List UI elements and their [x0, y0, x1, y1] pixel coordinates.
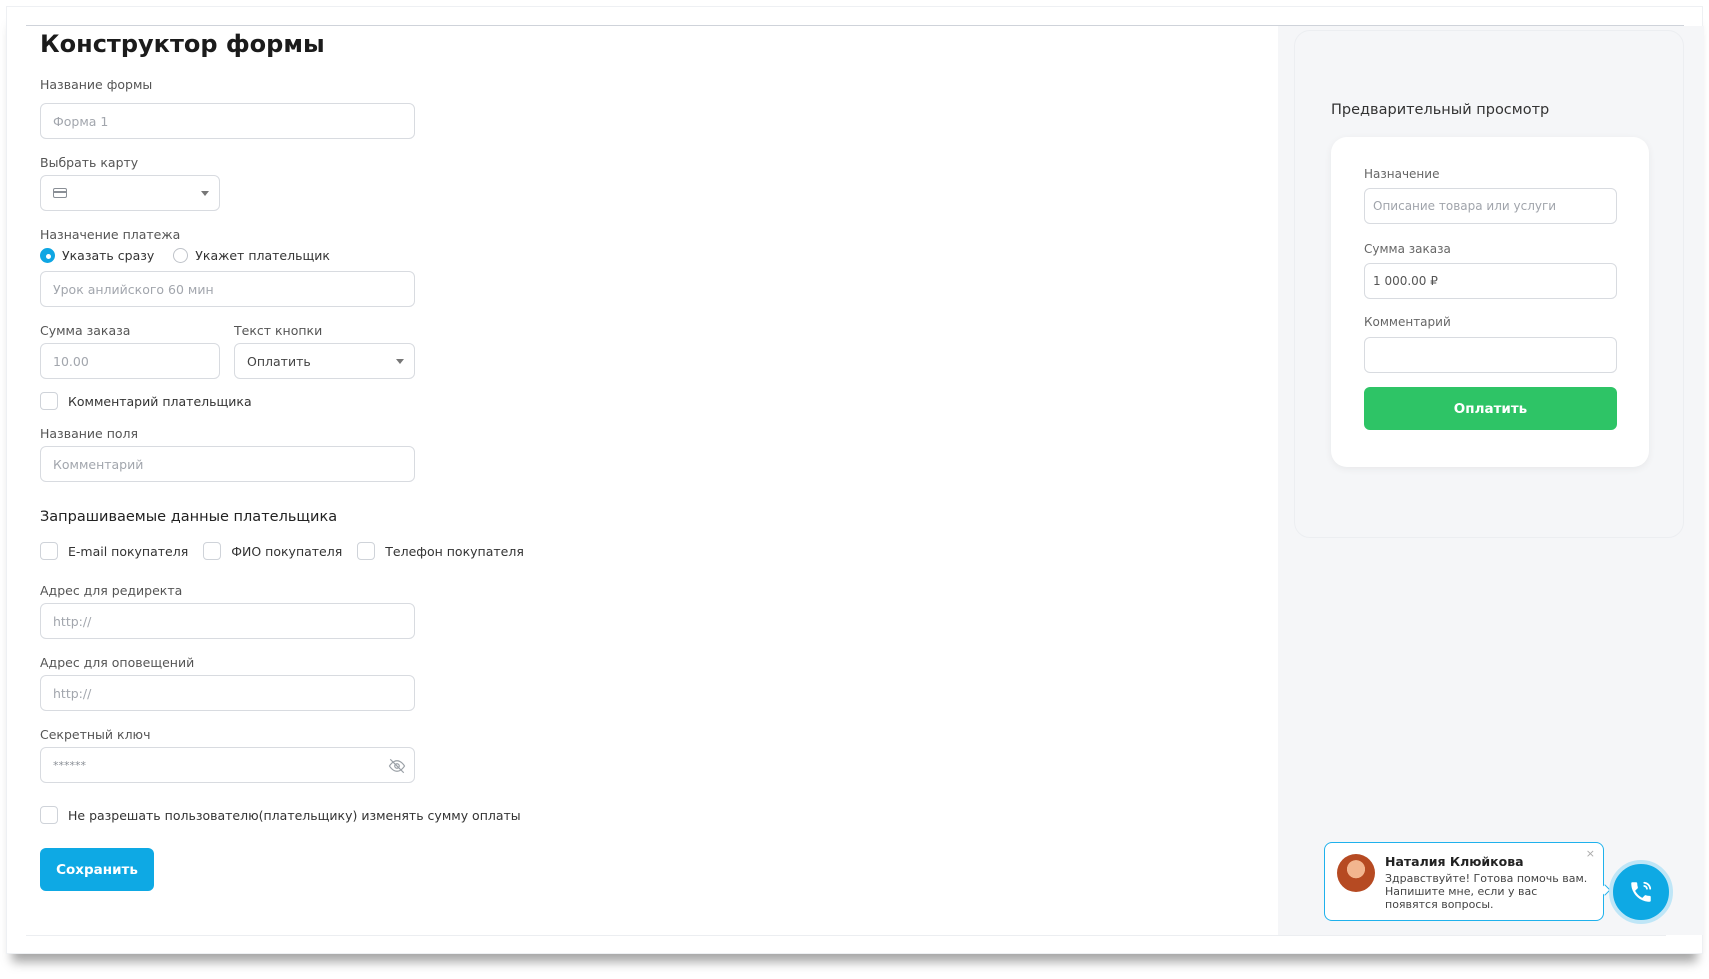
- radio-specify-now[interactable]: Указать сразу: [40, 248, 154, 263]
- secret-label: Секретный ключ: [40, 727, 151, 742]
- payer-data-title: Запрашиваемые данные плательщика: [40, 509, 338, 525]
- redirect-input[interactable]: [40, 603, 415, 639]
- phone-icon: [1631, 881, 1652, 902]
- preview-amount-input[interactable]: 1 000.00 ₽: [1364, 263, 1617, 299]
- purpose-input[interactable]: [40, 271, 415, 307]
- preview-purpose-label: Назначение: [1364, 167, 1440, 181]
- close-icon[interactable]: ×: [1586, 847, 1595, 860]
- amount-label: Сумма заказа: [40, 323, 131, 338]
- caret-down-icon: [201, 191, 209, 196]
- chat-agent-name: Наталия Клюйкова: [1385, 854, 1524, 869]
- chat-bubble[interactable]: Наталия Клюйкова Здравствуйте! Готова по…: [1324, 842, 1604, 921]
- card-select[interactable]: [40, 175, 220, 211]
- secret-value: ******: [53, 758, 86, 772]
- radio-payer-specifies[interactable]: Укажет плательщик: [173, 248, 330, 263]
- checkbox-label: Телефон покупателя: [385, 543, 524, 559]
- card-label: Выбрать карту: [40, 155, 139, 170]
- redirect-label: Адрес для редиректа: [40, 583, 183, 598]
- preview-title: Предварительный просмотр: [1331, 102, 1550, 118]
- checkbox[interactable]: [357, 542, 376, 560]
- checkbox[interactable]: [40, 542, 58, 560]
- call-button[interactable]: [1609, 860, 1673, 924]
- preview-comment-input[interactable]: [1364, 337, 1617, 373]
- fullname-checkbox[interactable]: ФИО покупателя: [203, 542, 342, 560]
- lock-amount-row: Не разрешать пользователю(плательщику) и…: [40, 806, 536, 824]
- page-title: Конструктор формы: [40, 30, 325, 58]
- phone-checkbox[interactable]: Телефон покупателя: [357, 542, 524, 560]
- preview-amount-value: 1 000.00 ₽: [1373, 274, 1438, 288]
- button-text-label: Текст кнопки: [234, 323, 323, 338]
- checkbox-label: Комментарий плательщика: [68, 393, 252, 409]
- field-name-input[interactable]: [40, 446, 415, 482]
- purpose-label: Назначение платежа: [40, 227, 181, 242]
- button-text-value: Оплатить: [247, 353, 311, 369]
- field-name-label: Название поля: [40, 426, 139, 441]
- payer-data-options: E-mail покупателя ФИО покупателя Телефон…: [40, 542, 539, 560]
- card-icon: [53, 188, 67, 198]
- form-name-input[interactable]: [40, 103, 415, 139]
- radio-button-checked[interactable]: [40, 248, 55, 263]
- checkbox-label: ФИО покупателя: [231, 543, 343, 559]
- checkbox-label: E-mail покупателя: [68, 543, 189, 559]
- lock-amount-checkbox[interactable]: Не разрешать пользователю(плательщику) и…: [40, 806, 521, 824]
- checkbox[interactable]: [203, 542, 222, 560]
- purpose-radio-group: Указать сразу Укажет плательщик: [40, 248, 349, 263]
- save-button[interactable]: Сохранить: [40, 848, 154, 891]
- avatar: [1337, 854, 1375, 892]
- email-checkbox[interactable]: E-mail покупателя: [40, 542, 188, 560]
- notify-label: Адрес для оповещений: [40, 655, 195, 670]
- radio-button[interactable]: [173, 248, 189, 263]
- caret-down-icon: [396, 359, 404, 364]
- bottom-divider: [26, 935, 1666, 936]
- checkbox[interactable]: [40, 806, 58, 824]
- eye-off-icon[interactable]: [388, 757, 406, 775]
- secret-input[interactable]: ******: [40, 747, 415, 783]
- button-text-select[interactable]: Оплатить: [234, 343, 415, 379]
- checkbox[interactable]: [40, 392, 58, 410]
- chat-message: Здравствуйте! Готова помочь вам. Напишит…: [1385, 872, 1588, 911]
- payer-comment-checkbox[interactable]: Комментарий плательщика: [40, 392, 252, 410]
- preview-comment-label: Комментарий: [1364, 315, 1451, 329]
- preview-pay-button[interactable]: Оплатить: [1364, 387, 1617, 430]
- notify-input[interactable]: [40, 675, 415, 711]
- radio-label: Указать сразу: [62, 248, 155, 263]
- amount-input[interactable]: [40, 343, 220, 379]
- preview-purpose-placeholder: Описание товара или услуги: [1373, 199, 1557, 213]
- radio-label: Укажет плательщик: [195, 248, 330, 263]
- checkbox-label: Не разрешать пользователю(плательщику) и…: [68, 807, 521, 823]
- preview-amount-label: Сумма заказа: [1364, 242, 1451, 256]
- form-name-label: Название формы: [40, 77, 153, 92]
- top-divider: [26, 25, 1684, 26]
- preview-purpose-input[interactable]: Описание товара или услуги: [1364, 188, 1617, 224]
- payer-comment-row: Комментарий плательщика: [40, 392, 267, 410]
